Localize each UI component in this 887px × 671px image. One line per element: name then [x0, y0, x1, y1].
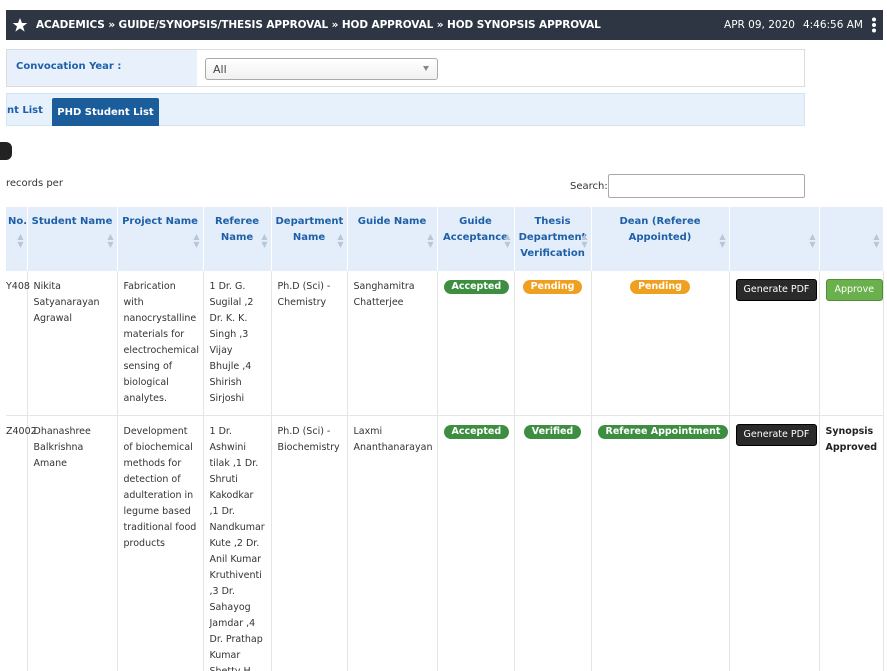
- col-no[interactable]: No. ▲ ▼: [6, 207, 28, 271]
- cell-action: Approve: [819, 271, 884, 416]
- cell-no: Z4002: [6, 415, 37, 671]
- convocation-year-select[interactable]: All: [205, 58, 438, 80]
- sort-icon: ▲ ▼: [427, 232, 434, 249]
- col-project-name[interactable]: Project Name ▲ ▼: [117, 207, 204, 271]
- cell-referee-name: 1 Dr. G. Sugilal ,2 Dr. K. K. Singh ,3 V…: [203, 271, 272, 416]
- search-input[interactable]: [608, 174, 805, 198]
- chevron-down-icon: [423, 66, 429, 71]
- cell-dean: Pending: [591, 271, 730, 416]
- tab-phd-student-list[interactable]: PHD Student List: [52, 98, 159, 126]
- cell-action: Synopsis Approved: [819, 415, 884, 671]
- cell-student-name: Dhanashree Balkrishna Amane: [27, 415, 118, 671]
- sort-icon: ▲ ▼: [261, 232, 268, 249]
- cell-guide-name: Sanghamitra Chatterjee: [347, 271, 438, 416]
- cell-project-name: Fabrication with nanocrystalline materia…: [117, 271, 204, 416]
- col-thesis-verification[interactable]: Thesis Department Verification ▲ ▼: [514, 207, 592, 271]
- cell-pdf: Generate PDF: [729, 415, 820, 671]
- sort-icon: ▲ ▼: [719, 232, 726, 249]
- cell-guide-acceptance: Accepted: [437, 415, 515, 671]
- status-badge: Verified: [523, 425, 582, 439]
- breadcrumb: ACADEMICS » GUIDE/SYNOPSIS/THESIS APPROV…: [36, 19, 601, 31]
- time-text: 4:46:56 AM: [802, 19, 863, 31]
- date-text: APR 09, 2020: [724, 19, 795, 31]
- kebab-menu-icon[interactable]: [869, 17, 879, 33]
- generate-pdf-button[interactable]: Generate PDF: [735, 424, 818, 446]
- sort-icon: ▲ ▼: [809, 232, 816, 249]
- col-pdf[interactable]: ▲ ▼: [729, 207, 820, 271]
- filter-row: Convocation Year : All: [6, 49, 805, 87]
- col-guide-name[interactable]: Guide Name ▲ ▼: [347, 207, 438, 271]
- synopsis-approved-text: Synopsis Approved: [825, 426, 878, 453]
- generate-pdf-button[interactable]: Generate PDF: [735, 279, 818, 301]
- cell-pdf: Generate PDF: [729, 271, 820, 416]
- cell-student-name: Nikita Satyanarayan Agrawal: [27, 271, 118, 416]
- cell-dean: Referee Appointment: [591, 415, 730, 671]
- sort-icon: ▲ ▼: [873, 232, 880, 249]
- status-badge: Referee Appointment: [597, 425, 729, 439]
- convocation-year-label: Convocation Year :: [7, 50, 197, 86]
- toggle-button[interactable]: [0, 142, 12, 160]
- cell-project-name: Development of biochemical methods for d…: [117, 415, 204, 671]
- sort-icon: ▲ ▼: [581, 232, 588, 249]
- student-table: No. ▲ ▼ Student Name ▲ ▼ Project Name ▲ ▼ Refe…: [6, 207, 884, 671]
- col-dean[interactable]: Dean (Referee Appointed) ▲ ▼: [591, 207, 730, 271]
- sort-icon: ▲ ▼: [504, 232, 511, 249]
- cell-referee-name: 1 Dr. Ashwini tilak ,1 Dr. Shruti Kakodk…: [203, 415, 272, 671]
- sort-icon: ▲ ▼: [17, 232, 24, 249]
- tabs-bar: nt List PHD Student List: [6, 93, 805, 126]
- datetime: APR 09, 2020 4:46:56 AM: [724, 17, 883, 33]
- cell-verification: Verified: [514, 415, 592, 671]
- status-badge: Accepted: [443, 280, 510, 294]
- top-bar: ACADEMICS » GUIDE/SYNOPSIS/THESIS APPROV…: [6, 10, 883, 40]
- col-guide-acceptance[interactable]: Guide Acceptance ▲ ▼: [437, 207, 515, 271]
- cell-no: Y408: [6, 271, 30, 416]
- records-per-label: records per: [6, 178, 63, 189]
- sort-icon: ▲ ▼: [193, 232, 200, 249]
- star-icon[interactable]: [12, 17, 28, 33]
- cell-guide-name: Laxmi Ananthanarayan: [347, 415, 438, 671]
- student-table-wrap: No. ▲ ▼ Student Name ▲ ▼ Project Name ▲ ▼ Refe…: [6, 207, 887, 671]
- cell-verification: Pending: [514, 271, 592, 416]
- col-student-name[interactable]: Student Name ▲ ▼: [27, 207, 118, 271]
- table-header-row: No. ▲ ▼ Student Name ▲ ▼ Project Name ▲ ▼ Refe…: [6, 207, 884, 271]
- col-action[interactable]: ▲ ▼: [819, 207, 884, 271]
- approve-button[interactable]: Approve: [825, 279, 884, 301]
- table-row: Y408 Nikita Satyanarayan Agrawal Fabrica…: [6, 271, 884, 416]
- cell-guide-acceptance: Accepted: [437, 271, 515, 416]
- status-badge: Pending: [630, 280, 690, 294]
- table-row: Z4002 Dhanashree Balkrishna Amane Develo…: [6, 415, 884, 671]
- search-label: Search:: [570, 181, 608, 192]
- cell-department: Ph.D (Sci) - Biochemistry: [271, 415, 348, 671]
- status-badge: Pending: [522, 280, 583, 294]
- tab-student-list[interactable]: nt List: [7, 105, 43, 116]
- status-badge: Accepted: [443, 425, 510, 439]
- sort-icon: ▲ ▼: [107, 232, 114, 249]
- col-referee-name[interactable]: Referee Name ▲ ▼: [203, 207, 272, 271]
- convocation-year-value: All: [213, 62, 227, 76]
- col-department-name[interactable]: Department Name ▲ ▼: [271, 207, 348, 271]
- sort-icon: ▲ ▼: [337, 232, 344, 249]
- cell-department: Ph.D (Sci) - Chemistry: [271, 271, 348, 416]
